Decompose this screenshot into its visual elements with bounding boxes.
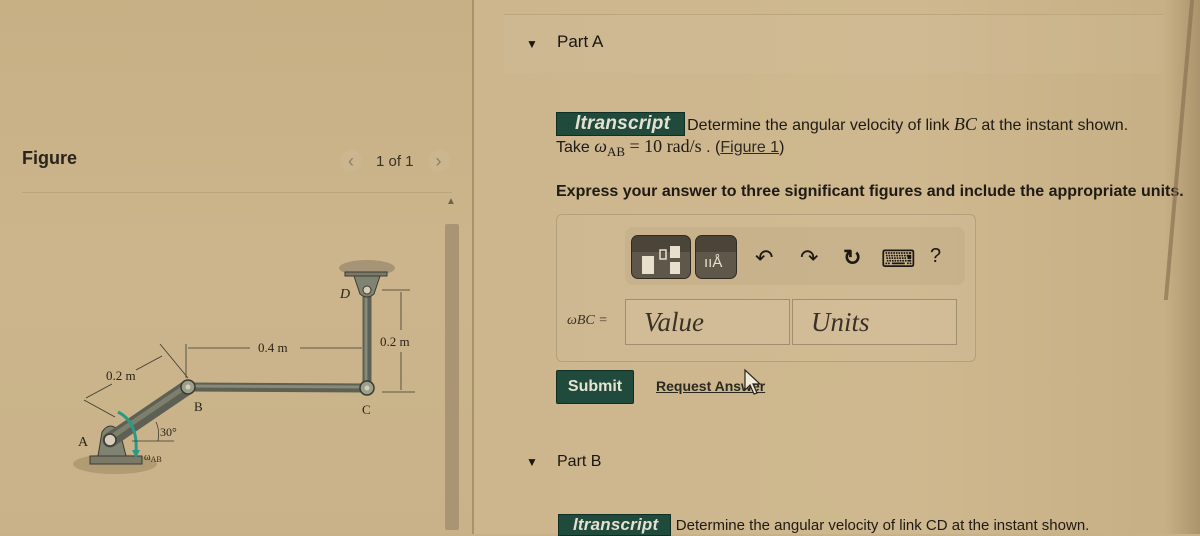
mouse-cursor-icon bbox=[744, 368, 762, 395]
figure-link[interactable]: Figure 1 bbox=[720, 139, 779, 156]
templates-icon bbox=[642, 246, 680, 274]
question-text: Determine the angular velocity of link B… bbox=[687, 114, 1129, 134]
reset-icon[interactable]: ↻ bbox=[843, 245, 861, 271]
part-a-header[interactable]: ▼ Part A bbox=[504, 14, 1164, 73]
redo-icon[interactable]: ↷ bbox=[800, 245, 818, 271]
pin-a bbox=[103, 433, 117, 447]
units-icon: ııÅ bbox=[704, 254, 723, 271]
label-b: B bbox=[194, 399, 203, 414]
collapse-triangle-icon[interactable]: ▼ bbox=[526, 455, 538, 469]
part-b-question: ltranscript Determine the angular veloci… bbox=[558, 514, 1089, 536]
linkage-diagram: A B C D 0.2 m 0.4 m 0.2 m 30° ωAB bbox=[73, 260, 415, 474]
page-indicator: 1 of 1 bbox=[376, 152, 414, 170]
keyboard-icon[interactable]: ⌨ bbox=[881, 245, 916, 274]
dim-ab-label: 0.2 m bbox=[106, 368, 136, 383]
part-b-label[interactable]: Part B bbox=[557, 453, 601, 471]
units-input[interactable]: Units bbox=[792, 299, 957, 345]
math-toolbar: ııÅ ↶ ↷ ↻ ⌨ ? bbox=[625, 227, 965, 285]
support-a-base bbox=[89, 455, 143, 465]
answer-label: ωBC = bbox=[567, 313, 608, 328]
undo-icon[interactable]: ↶ bbox=[755, 245, 773, 271]
dim-bc-label: 0.4 m bbox=[258, 340, 288, 355]
figure-pane: Figure ‹ 1 of 1 › A B C D 0.2 m 0.4 m 0.… bbox=[0, 0, 472, 534]
omega-label: ωAB bbox=[144, 452, 162, 464]
instruction-text: Express your answer to three significant… bbox=[556, 183, 1184, 200]
units-button[interactable]: ııÅ bbox=[695, 235, 737, 279]
question-text: Determine the angular velocity of link C… bbox=[675, 517, 1090, 534]
figure-divider bbox=[22, 192, 452, 193]
support-d-plate bbox=[344, 271, 388, 277]
dim-cd-label: 0.2 m bbox=[380, 334, 410, 349]
label-a: A bbox=[78, 435, 89, 450]
given-text: Take ωAB = 10 rad/s . (Figure 1) bbox=[556, 136, 785, 160]
transcript-button[interactable]: ltranscript bbox=[558, 514, 672, 536]
label-d: D bbox=[339, 287, 350, 302]
figure-title: Figure bbox=[22, 148, 78, 168]
part-a-question: ltranscript Determine the angular veloci… bbox=[556, 112, 1176, 162]
figure-scrollbar[interactable]: ▲ bbox=[443, 196, 461, 534]
value-input[interactable]: Value bbox=[625, 299, 790, 345]
figure-pager: ‹ 1 of 1 › bbox=[340, 150, 450, 172]
scrollbar-thumb[interactable] bbox=[445, 224, 459, 530]
answer-box: ııÅ ↶ ↷ ↻ ⌨ ? ωBC = Value Units bbox=[556, 214, 976, 362]
collapse-triangle-icon[interactable]: ▼ bbox=[526, 37, 538, 51]
help-icon[interactable]: ? bbox=[930, 245, 941, 268]
part-a-label[interactable]: Part A bbox=[557, 32, 603, 52]
templates-button[interactable] bbox=[631, 235, 691, 279]
scroll-up-icon[interactable]: ▲ bbox=[446, 196, 456, 207]
pin-d bbox=[362, 285, 372, 295]
transcript-button[interactable]: ltranscript bbox=[556, 112, 686, 136]
submit-button[interactable]: Submit bbox=[556, 370, 634, 404]
label-c: C bbox=[362, 402, 371, 417]
angle-label: 30° bbox=[160, 425, 177, 439]
chevron-right-icon[interactable]: › bbox=[427, 150, 450, 172]
chevron-left-icon[interactable]: ‹ bbox=[340, 150, 362, 172]
